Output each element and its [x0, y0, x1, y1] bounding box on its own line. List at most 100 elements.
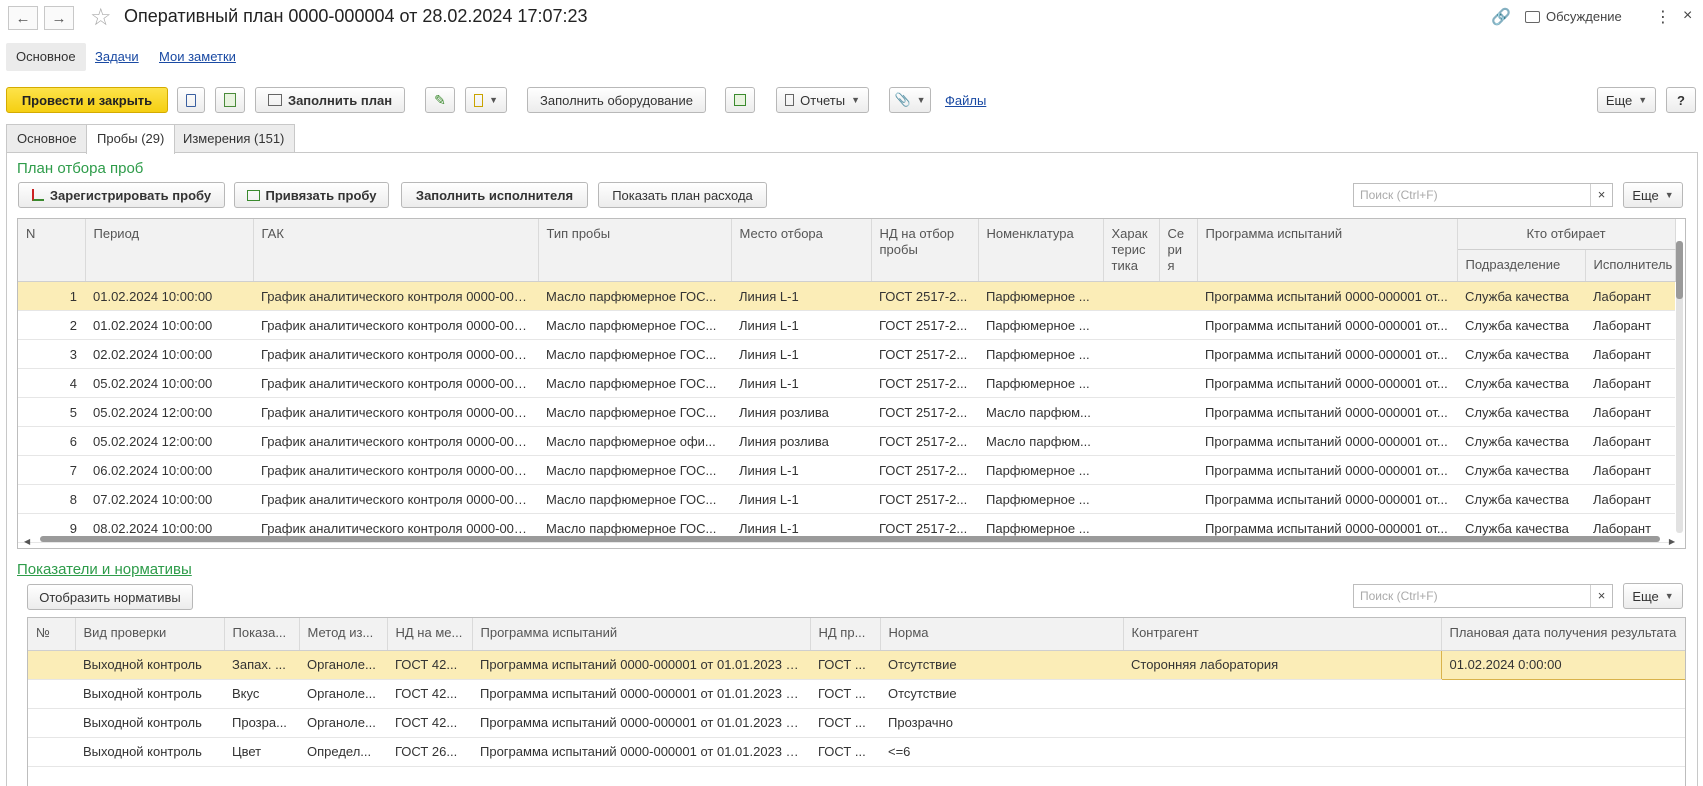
show-norms-button[interactable]: Отобразить нормативы: [27, 584, 193, 610]
table-cell[interactable]: Масло парфюм...: [978, 397, 1103, 427]
table-cell[interactable]: Служба качества: [1457, 397, 1585, 427]
table-row[interactable]: 6 05.02.2024 12:00:00 График аналитическог…: [18, 426, 1676, 456]
col-executor[interactable]: Исполнитель: [1585, 249, 1676, 282]
table-cell[interactable]: ГОСТ ...: [810, 708, 880, 738]
col-planned-date[interactable]: Плановая дата получения результата: [1441, 618, 1685, 651]
table-cell[interactable]: ГОСТ 2517-2...: [871, 281, 978, 311]
table-cell[interactable]: ГОСТ ...: [810, 650, 880, 680]
table-cell[interactable]: [28, 737, 75, 767]
nav-tasks[interactable]: Задачи: [85, 43, 149, 71]
fill-equipment-button[interactable]: Заполнить оборудование: [527, 87, 706, 113]
create-based-on-button[interactable]: ▼: [465, 87, 507, 113]
table-cell[interactable]: [1103, 455, 1159, 485]
table-cell[interactable]: Лаборант: [1585, 426, 1676, 456]
structure-button[interactable]: [725, 87, 755, 113]
table-cell[interactable]: Служба качества: [1457, 281, 1585, 311]
col-program[interactable]: Программа испытаний: [472, 618, 811, 651]
table-cell[interactable]: График аналитического контроля 0000-000.…: [253, 426, 538, 456]
table-cell[interactable]: График аналитического контроля 0000-000.…: [253, 310, 538, 340]
table-cell[interactable]: [1159, 339, 1197, 369]
table-cell[interactable]: График аналитического контроля 0000-000.…: [253, 339, 538, 369]
table-cell[interactable]: Парфюмерное ...: [978, 368, 1103, 398]
back-button[interactable]: ←: [8, 6, 38, 30]
table-cell[interactable]: [1103, 397, 1159, 427]
table-cell[interactable]: Служба качества: [1457, 368, 1585, 398]
table-cell[interactable]: Масло парфюмерное ГОС...: [538, 339, 731, 369]
table-cell[interactable]: Органоле...: [299, 708, 387, 738]
table-cell[interactable]: Парфюмерное ...: [978, 339, 1103, 369]
reports-button[interactable]: Отчеты ▼: [776, 87, 869, 113]
col-indicator[interactable]: Показа...: [224, 618, 300, 651]
table-cell[interactable]: Служба качества: [1457, 339, 1585, 369]
table-cell[interactable]: Парфюмерное ...: [978, 455, 1103, 485]
col-program[interactable]: Программа испытаний: [1197, 219, 1458, 282]
scroll-left-icon[interactable]: ◀: [24, 537, 30, 546]
table-cell[interactable]: Масло парфюмерное ГОС...: [538, 455, 731, 485]
table-cell[interactable]: Программа испытаний 0000-000001 от...: [1197, 339, 1457, 369]
table-cell[interactable]: Масло парфюмерное ГОС...: [538, 368, 731, 398]
col-n[interactable]: N: [18, 219, 86, 282]
norms-search-input[interactable]: Поиск (Ctrl+F) ×: [1353, 584, 1613, 608]
table-cell[interactable]: [1159, 368, 1197, 398]
col-check-kind[interactable]: Вид проверки: [75, 618, 225, 651]
table-row[interactable]: 8 07.02.2024 10:00:00 График аналитическог…: [18, 484, 1676, 514]
tab-samples[interactable]: Пробы (29): [86, 124, 176, 154]
table-cell[interactable]: [1441, 679, 1685, 709]
attach-button[interactable]: 📎 ▼: [889, 87, 931, 113]
table-cell[interactable]: ГОСТ ...: [810, 679, 880, 709]
table-cell[interactable]: Выходной контроль: [75, 737, 224, 767]
table-cell[interactable]: ГОСТ 2517-2...: [871, 339, 978, 369]
nav-notes[interactable]: Мои заметки: [149, 43, 246, 71]
table-cell[interactable]: Лаборант: [1585, 310, 1676, 340]
table-cell[interactable]: ГОСТ 2517-2...: [871, 368, 978, 398]
table-cell[interactable]: [1103, 368, 1159, 398]
close-icon[interactable]: ×: [1683, 7, 1692, 25]
table-cell[interactable]: ГОСТ 26...: [387, 737, 472, 767]
table-cell[interactable]: ГОСТ ...: [810, 737, 880, 767]
table-cell[interactable]: График аналитического контроля 0000-000.…: [253, 455, 538, 485]
col-period[interactable]: Период: [85, 219, 254, 282]
nav-main[interactable]: Основное: [6, 43, 86, 71]
table-cell[interactable]: ГОСТ 42...: [387, 708, 472, 738]
more-button[interactable]: Еще ▼: [1597, 87, 1656, 113]
table-cell[interactable]: Линия L-1: [731, 484, 871, 514]
table-cell[interactable]: 02.02.2024 10:00:00: [85, 339, 253, 369]
col-department[interactable]: Подразделение: [1457, 249, 1586, 282]
samples-vertical-scrollbar[interactable]: [1676, 241, 1683, 533]
table-row[interactable]: 2 01.02.2024 10:00:00 График аналитическог…: [18, 310, 1676, 340]
col-nd-sampling[interactable]: НД на отбор пробы: [871, 219, 979, 282]
col-number[interactable]: №: [28, 618, 76, 651]
table-cell[interactable]: [28, 679, 75, 709]
table-cell[interactable]: Запах. ...: [224, 650, 299, 680]
table-cell[interactable]: Выходной контроль: [75, 650, 224, 680]
discussion-button[interactable]: Обсуждение: [1525, 9, 1622, 24]
table-cell[interactable]: Линия L-1: [731, 310, 871, 340]
table-cell[interactable]: [28, 650, 75, 680]
table-cell[interactable]: Программа испытаний 0000-000001 от...: [1197, 397, 1457, 427]
table-cell[interactable]: [1103, 426, 1159, 456]
table-cell[interactable]: ГОСТ 42...: [387, 679, 472, 709]
fill-plan-button[interactable]: Заполнить план: [255, 87, 405, 113]
table-cell[interactable]: 8: [18, 484, 85, 514]
col-place[interactable]: Место отбора: [731, 219, 872, 282]
table-cell[interactable]: ГОСТ 2517-2...: [871, 455, 978, 485]
table-cell[interactable]: [1441, 737, 1685, 767]
clear-search-icon[interactable]: ×: [1590, 184, 1612, 206]
table-row[interactable]: Выходной контроль Вкус Органоле... ГОСТ 42.…: [28, 679, 1685, 709]
table-cell[interactable]: Выходной контроль: [75, 708, 224, 738]
scroll-right-icon[interactable]: ▶: [1669, 537, 1675, 546]
table-cell[interactable]: Отсутствие: [880, 679, 1123, 709]
table-cell[interactable]: [1103, 484, 1159, 514]
table-cell[interactable]: Парфюмерное ...: [978, 484, 1103, 514]
table-cell[interactable]: Парфюмерное ...: [978, 310, 1103, 340]
table-cell[interactable]: [28, 708, 75, 738]
table-cell[interactable]: [1441, 708, 1685, 738]
table-cell[interactable]: [1103, 281, 1159, 311]
save-button[interactable]: [177, 87, 205, 113]
table-cell[interactable]: 4: [18, 368, 85, 398]
table-cell[interactable]: 05.02.2024 12:00:00: [85, 397, 253, 427]
table-cell[interactable]: [1159, 310, 1197, 340]
table-cell[interactable]: 5: [18, 397, 85, 427]
table-cell[interactable]: Масло парфюмерное ГОС...: [538, 484, 731, 514]
table-cell[interactable]: Линия розлива: [731, 426, 871, 456]
